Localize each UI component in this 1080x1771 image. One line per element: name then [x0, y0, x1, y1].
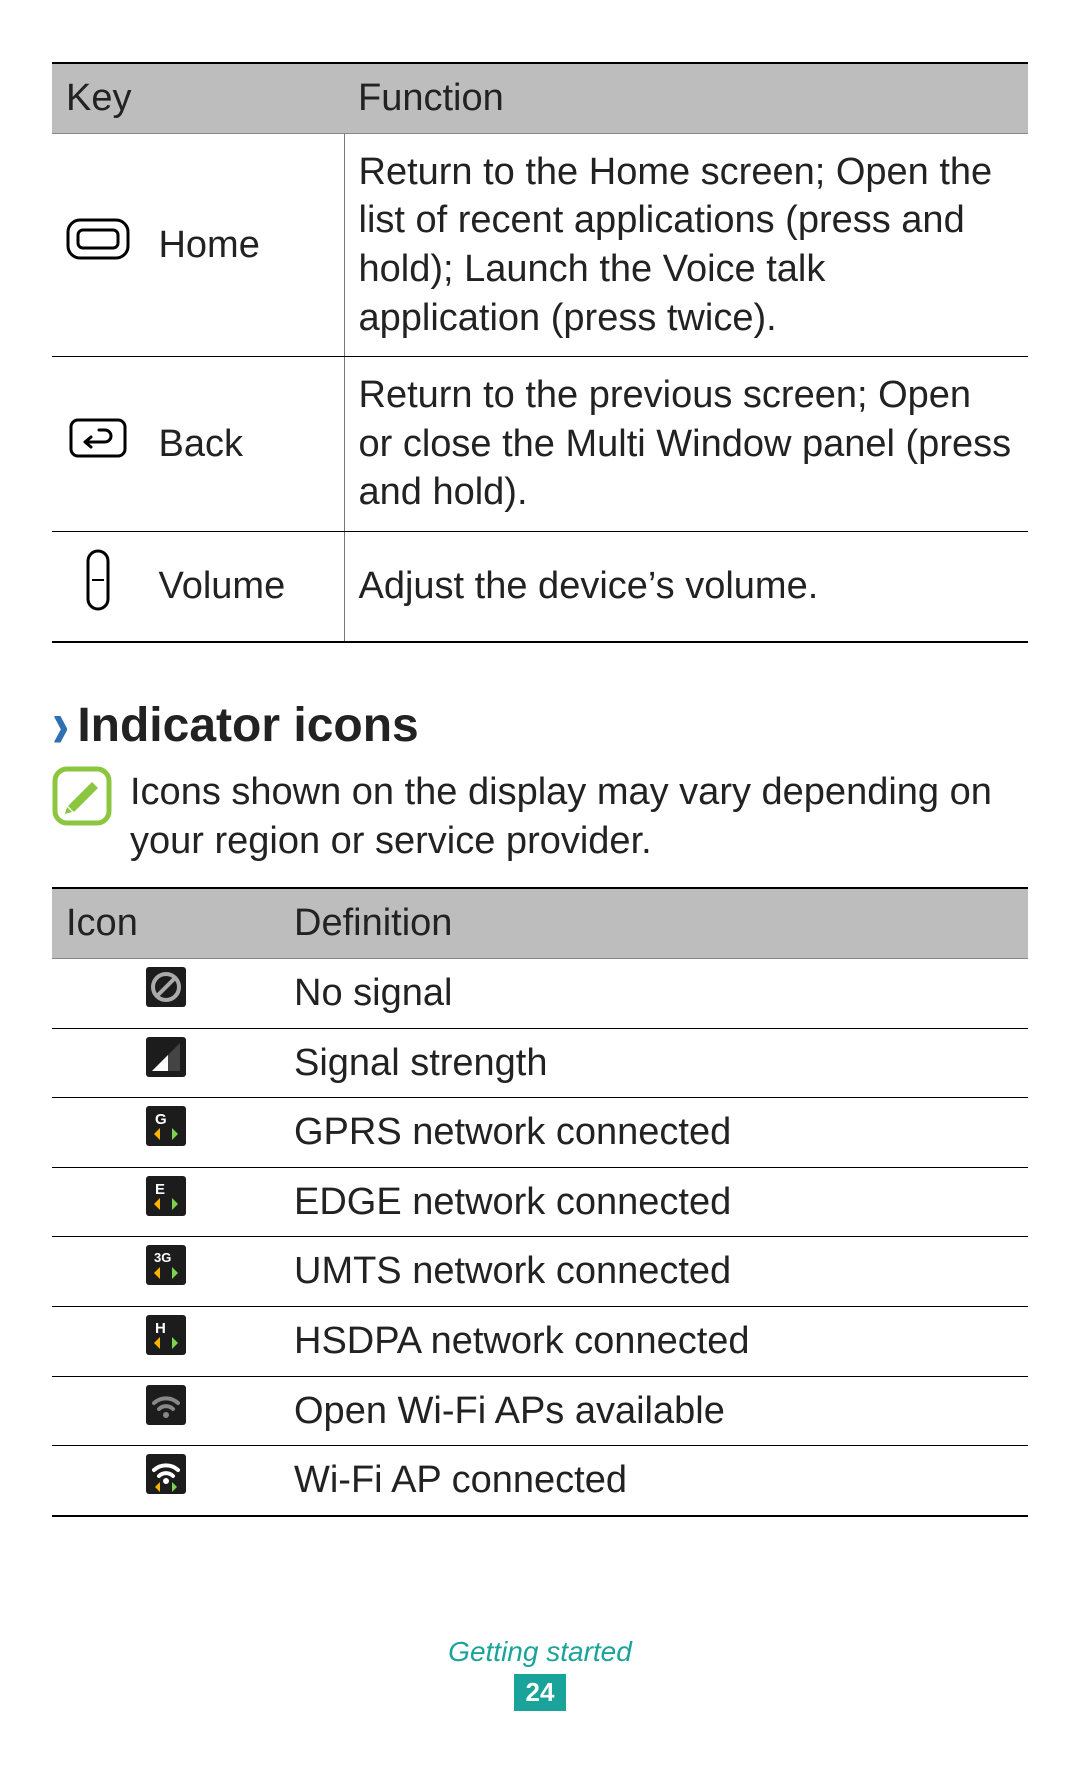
keys-header-key: Key [52, 63, 344, 133]
note-icon [52, 766, 112, 839]
svg-text:3G: 3G [154, 1250, 171, 1265]
page-number: 24 [514, 1674, 567, 1711]
wifi-connected-icon [52, 1446, 280, 1516]
key-name: Volume [144, 532, 344, 642]
table-row: H HSDPA network connected [52, 1307, 1028, 1377]
icon-definition: Signal strength [280, 1028, 1028, 1098]
key-name: Back [144, 357, 344, 532]
back-key-icon [52, 357, 144, 532]
table-row: Home Return to the Home screen; Open the… [52, 133, 1028, 357]
key-function: Return to the Home screen; Open the list… [344, 133, 1028, 357]
keys-header-function: Function [344, 63, 1028, 133]
svg-text:H: H [155, 1320, 166, 1337]
icons-header-definition: Definition [280, 888, 1028, 958]
table-row: Signal strength [52, 1028, 1028, 1098]
icons-header-icon: Icon [52, 888, 280, 958]
icon-definition: HSDPA network connected [280, 1307, 1028, 1377]
key-function: Adjust the device’s volume. [344, 532, 1028, 642]
icon-definition: Wi-Fi AP connected [280, 1446, 1028, 1516]
chevron-icon: › [52, 692, 69, 760]
gprs-network-icon: G [52, 1098, 280, 1168]
table-row: Open Wi-Fi APs available [52, 1376, 1028, 1446]
note-text: Icons shown on the display may vary depe… [130, 766, 1028, 865]
table-row: Volume Adjust the device’s volume. [52, 532, 1028, 642]
indicator-icons-table: Icon Definition No signal Signal strengt… [52, 887, 1028, 1517]
icon-definition: No signal [280, 958, 1028, 1028]
signal-strength-icon [52, 1028, 280, 1098]
table-row: G GPRS network connected [52, 1098, 1028, 1168]
table-row: Back Return to the previous screen; Open… [52, 357, 1028, 532]
svg-text:E: E [155, 1181, 165, 1198]
note-box: Icons shown on the display may vary depe… [52, 766, 1028, 865]
icon-definition: EDGE network connected [280, 1167, 1028, 1237]
keys-table: Key Function Home Return to the Home scr… [52, 62, 1028, 643]
volume-key-icon [52, 532, 144, 642]
key-name: Home [144, 133, 344, 357]
page-footer: Getting started 24 [0, 1634, 1080, 1711]
edge-network-icon: E [52, 1167, 280, 1237]
home-key-icon [52, 133, 144, 357]
no-signal-icon [52, 958, 280, 1028]
umts-network-icon: 3G [52, 1237, 280, 1307]
table-row: Wi-Fi AP connected [52, 1446, 1028, 1516]
icon-definition: Open Wi-Fi APs available [280, 1376, 1028, 1446]
wifi-available-icon [52, 1376, 280, 1446]
table-row: E EDGE network connected [52, 1167, 1028, 1237]
svg-text:G: G [155, 1111, 167, 1128]
section-title: Indicator icons [77, 695, 418, 756]
icon-definition: GPRS network connected [280, 1098, 1028, 1168]
hsdpa-network-icon: H [52, 1307, 280, 1377]
table-row: 3G UMTS network connected [52, 1237, 1028, 1307]
key-function: Return to the previous screen; Open or c… [344, 357, 1028, 532]
footer-section-name: Getting started [0, 1634, 1080, 1670]
icon-definition: UMTS network connected [280, 1237, 1028, 1307]
section-heading-indicator-icons: › Indicator icons [52, 695, 1028, 756]
table-row: No signal [52, 958, 1028, 1028]
